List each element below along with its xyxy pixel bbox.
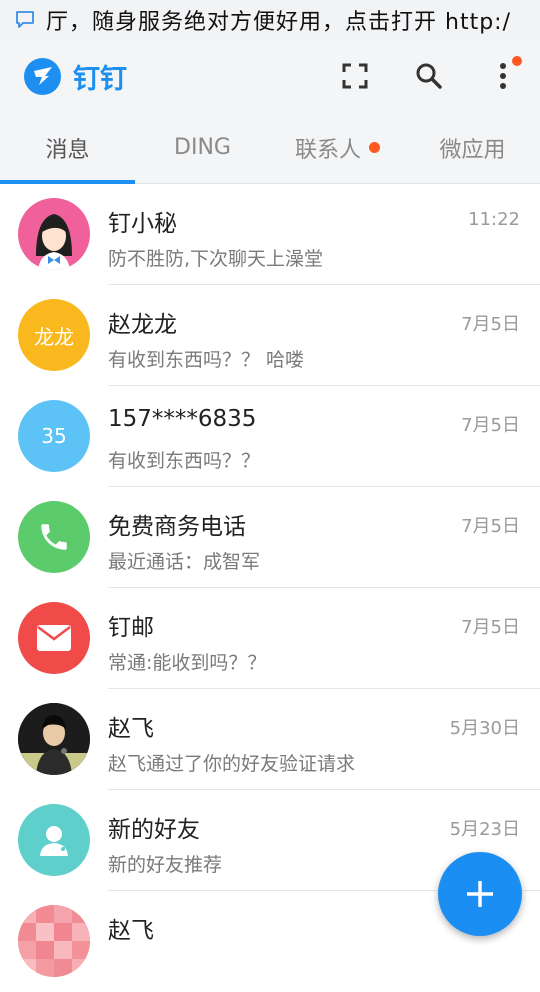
avatar <box>18 501 90 573</box>
tab-label: DING <box>174 135 231 160</box>
user-photo-icon <box>18 703 90 775</box>
avatar <box>18 703 90 775</box>
dingtalk-logo-icon <box>24 57 61 95</box>
conversation-name: 赵飞 <box>108 716 154 742</box>
more-menu-button[interactable] <box>466 40 540 112</box>
more-vert-icon <box>500 63 506 89</box>
app-bar: 钉钉 <box>0 40 540 112</box>
conversation-preview: 赵飞通过了你的好友验证请求 <box>108 753 356 775</box>
app-title: 钉钉 <box>73 63 127 95</box>
avatar <box>18 602 90 674</box>
avatar <box>18 198 90 270</box>
conversation-name: 赵飞 <box>108 918 154 944</box>
conversation-name: 钉小秘 <box>108 211 177 237</box>
conversation-preview: 有收到东西吗？？ 哈喽 <box>108 349 305 371</box>
avatar-text: 龙龙 <box>34 324 74 349</box>
add-button[interactable] <box>438 852 522 936</box>
conversation-name: 新的好友 <box>108 817 200 843</box>
search-icon <box>416 63 442 89</box>
conversation-time: 5月30日 <box>449 718 520 739</box>
conversation-name: 免费商务电话 <box>108 514 246 540</box>
contacts-badge-dot <box>369 142 380 153</box>
conversation-preview: 防不胜防,下次聊天上澡堂 <box>108 248 324 270</box>
tab-label: 消息 <box>45 137 90 163</box>
plus-icon <box>467 881 493 907</box>
avatar: 35 <box>18 400 90 472</box>
conversation-name: 赵龙龙 <box>108 312 177 338</box>
avatar <box>18 905 90 977</box>
conversation-name: 157****6835 <box>108 406 257 432</box>
tab-micro-apps[interactable]: 微应用 <box>405 112 540 183</box>
conversation-time: 11:22 <box>468 209 520 230</box>
tab-label: 微应用 <box>439 137 506 163</box>
tab-label: 联系人 <box>294 137 361 163</box>
conversation-time: 7月5日 <box>461 516 520 537</box>
mail-icon <box>37 625 71 651</box>
conversation-row[interactable]: 免费商务电话 7月5日 最近通话：成智军 <box>0 487 540 588</box>
new-friend-icon <box>40 826 68 856</box>
fullscreen-button[interactable] <box>318 40 392 112</box>
conversation-row[interactable]: 赵飞 5月30日 赵飞通过了你的好友验证请求 <box>0 689 540 790</box>
tab-messages[interactable]: 消息 <box>0 112 135 184</box>
notification-text: 厅，随身服务绝对方便好用，点击打开 http:/ <box>46 10 511 35</box>
conversation-row[interactable]: 龙龙 赵龙龙 7月5日 有收到东西吗？？ 哈喽 <box>0 285 540 386</box>
conversation-row[interactable]: 35 157****6835 7月5日 有收到东西吗？？ <box>0 386 540 487</box>
avatar: 龙龙 <box>18 299 90 371</box>
conversation-preview: 有收到东西吗？？ <box>108 450 261 472</box>
conversation-preview: 常通:能收到吗？？ <box>108 652 267 674</box>
conversation-time: 5月23日 <box>449 819 520 840</box>
menu-notification-dot <box>512 56 522 66</box>
search-button[interactable] <box>392 40 466 112</box>
chat-bubble-icon <box>14 8 38 32</box>
phone-icon <box>41 524 67 550</box>
conversation-preview: 最近通话：成智军 <box>108 551 261 573</box>
conversation-row[interactable]: 钉小秘 11:22 防不胜防,下次聊天上澡堂 <box>0 184 540 285</box>
tab-ding[interactable]: DING <box>135 112 270 183</box>
fullscreen-icon <box>342 63 368 89</box>
conversation-preview: 新的好友推荐 <box>108 854 223 876</box>
conversation-time: 7月5日 <box>461 617 520 638</box>
conversation-row[interactable]: 钉邮 7月5日 常通:能收到吗？？ <box>0 588 540 689</box>
conversation-name: 钉邮 <box>108 615 154 641</box>
avatar <box>18 804 90 876</box>
conversation-time: 7月5日 <box>461 415 520 436</box>
avatar-text: 35 <box>41 424 67 448</box>
tab-contacts[interactable]: 联系人 <box>270 112 405 183</box>
notification-bar[interactable]: 厅，随身服务绝对方便好用，点击打开 http:/ <box>0 0 540 40</box>
conversation-time: 7月5日 <box>461 314 520 335</box>
tab-bar: 消息 DING 联系人 微应用 <box>0 112 540 184</box>
mosaic-avatar-icon <box>18 905 90 977</box>
